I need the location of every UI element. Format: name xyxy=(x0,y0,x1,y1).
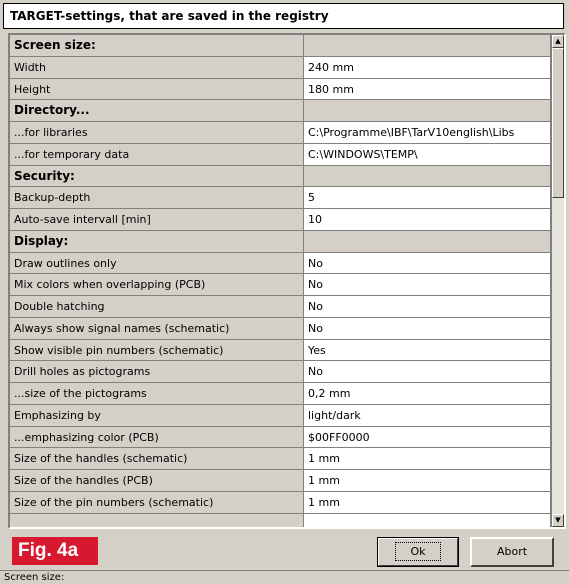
setting-label: Height xyxy=(10,78,304,101)
setting-row[interactable]: Always show signal names (schematic) No xyxy=(10,317,551,340)
setting-label: Drill holes as pictograms xyxy=(10,361,304,383)
setting-value xyxy=(304,165,551,188)
setting-label: ...size of the pictograms xyxy=(10,383,304,405)
abort-button[interactable]: Abort xyxy=(470,537,554,567)
setting-row[interactable]: ...emphasizing color (PCB) $00FF0000 xyxy=(10,426,551,449)
setting-label: Size of the handles (PCB) xyxy=(10,470,304,492)
setting-label: Width xyxy=(10,56,304,79)
setting-label: ...emphasizing color (PCB) xyxy=(10,426,304,449)
setting-row[interactable]: Show visible pin numbers (schematic) Yes xyxy=(10,339,551,362)
scroll-thumb[interactable] xyxy=(552,48,564,198)
section-header-label: Display: xyxy=(10,230,304,253)
settings-dialog: TARGET-settings, that are saved in the r… xyxy=(0,0,569,584)
window-title: TARGET-settings, that are saved in the r… xyxy=(3,3,564,29)
setting-row[interactable]: Mix colors when overlapping (PCB) No xyxy=(10,274,551,296)
setting-value[interactable]: 180 mm xyxy=(304,78,551,101)
settings-rows: Screen size: Width 240 mm Height 180 mm Direc… xyxy=(10,35,551,527)
setting-value[interactable]: 10 xyxy=(304,209,551,231)
setting-row[interactable]: Width 240 mm xyxy=(10,56,551,79)
setting-value[interactable]: 0,2 mm xyxy=(304,383,551,405)
setting-value[interactable]: C:\WINDOWS\TEMP\ xyxy=(304,143,551,166)
setting-row[interactable]: Drill holes as pictograms No xyxy=(10,361,551,383)
section-header-label: Security: xyxy=(10,165,304,188)
arrow-up-icon[interactable]: ▲ xyxy=(552,35,564,48)
setting-row[interactable]: Size of the handles (PCB) 1 mm xyxy=(10,470,551,492)
setting-row[interactable]: Double hatching No xyxy=(10,296,551,318)
setting-label: Size of the pin numbers (schematic) xyxy=(10,491,304,514)
setting-value[interactable]: C:\Programme\IBF\TarV10english\Libs xyxy=(304,122,551,144)
figure-label: Fig. 4a xyxy=(12,537,98,565)
section-header-label: Screen size: xyxy=(10,35,304,57)
setting-label: Draw outlines only xyxy=(10,252,304,275)
setting-value[interactable]: No xyxy=(304,252,551,275)
setting-value xyxy=(304,230,551,253)
setting-row[interactable]: ...for libraries C:\Programme\IBF\TarV10e… xyxy=(10,122,551,144)
setting-label: ...for temporary data xyxy=(10,143,304,166)
setting-label: Show visible pin numbers (schematic) xyxy=(10,339,304,362)
setting-row[interactable]: Size of the pin numbers (schematic) 1 mm xyxy=(10,491,551,514)
setting-label: Auto-save intervall [min] xyxy=(10,209,304,231)
setting-row[interactable]: ...for temporary data C:\WINDOWS\TEMP\ xyxy=(10,143,551,166)
setting-row[interactable]: Emphasizing by light/dark xyxy=(10,404,551,427)
setting-value[interactable]: light/dark xyxy=(304,404,551,427)
setting-row[interactable]: Auto-save intervall [min] 10 xyxy=(10,209,551,231)
setting-row[interactable] xyxy=(10,513,551,527)
setting-row[interactable]: Draw outlines only No xyxy=(10,252,551,275)
setting-value xyxy=(304,35,551,57)
setting-label xyxy=(10,513,304,527)
ok-button-label: Ok xyxy=(395,542,441,561)
setting-label: Backup-depth xyxy=(10,187,304,209)
section-header-row[interactable]: Display: xyxy=(10,230,551,253)
setting-value[interactable]: No xyxy=(304,361,551,383)
settings-grid[interactable]: Screen size: Width 240 mm Height 180 mm Direc… xyxy=(8,33,566,529)
section-header-row[interactable]: Directory... xyxy=(10,100,551,122)
setting-label: Emphasizing by xyxy=(10,404,304,427)
setting-value[interactable]: 5 xyxy=(304,187,551,209)
setting-value[interactable]: Yes xyxy=(304,339,551,362)
setting-value[interactable]: No xyxy=(304,296,551,318)
section-header-row[interactable]: Security: xyxy=(10,165,551,188)
setting-label: Always show signal names (schematic) xyxy=(10,317,304,340)
ok-button[interactable]: Ok xyxy=(377,537,459,567)
setting-row[interactable]: ...size of the pictograms 0,2 mm xyxy=(10,383,551,405)
setting-value[interactable]: 1 mm xyxy=(304,448,551,470)
section-header-row[interactable]: Screen size: xyxy=(10,35,551,57)
setting-label: Double hatching xyxy=(10,296,304,318)
setting-value xyxy=(304,100,551,122)
setting-label: Mix colors when overlapping (PCB) xyxy=(10,274,304,296)
setting-value[interactable]: No xyxy=(304,317,551,340)
setting-row[interactable]: Size of the handles (schematic) 1 mm xyxy=(10,448,551,470)
setting-label: ...for libraries xyxy=(10,122,304,144)
setting-value[interactable]: No xyxy=(304,274,551,296)
setting-row[interactable]: Backup-depth 5 xyxy=(10,187,551,209)
arrow-down-icon[interactable]: ▼ xyxy=(552,514,564,527)
status-bar: Screen size: xyxy=(0,570,569,584)
setting-value[interactable]: 1 mm xyxy=(304,470,551,492)
setting-value[interactable]: $00FF0000 xyxy=(304,426,551,449)
setting-label: Size of the handles (schematic) xyxy=(10,448,304,470)
section-header-label: Directory... xyxy=(10,100,304,122)
vertical-scrollbar[interactable]: ▲ ▼ xyxy=(551,35,564,527)
setting-value[interactable] xyxy=(304,513,551,527)
setting-value[interactable]: 1 mm xyxy=(304,491,551,514)
setting-value[interactable]: 240 mm xyxy=(304,56,551,79)
setting-row[interactable]: Height 180 mm xyxy=(10,78,551,101)
